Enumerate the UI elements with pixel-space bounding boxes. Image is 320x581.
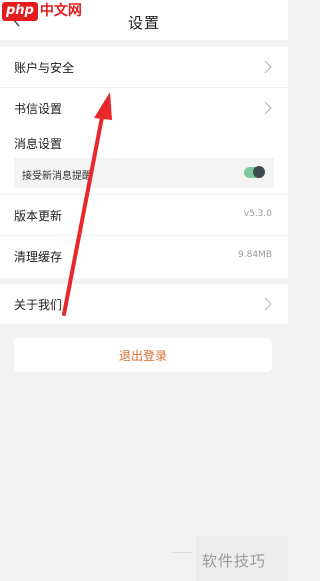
- row-label: 关于我们: [14, 298, 63, 312]
- row-label: 书信设置: [14, 102, 63, 116]
- watermark-php-logo: php 中文网: [2, 0, 88, 22]
- watermark-divider: [172, 552, 192, 553]
- watermark-bottom: 软件技巧: [196, 536, 288, 581]
- chevron-right-icon: [264, 101, 272, 115]
- message-settings-label: 消息设置: [14, 137, 63, 151]
- row-label: 清理缓存: [14, 250, 63, 264]
- row-clear-cache[interactable]: 清理缓存 9.84MB: [0, 236, 288, 276]
- new-message-alert-toggle[interactable]: [244, 166, 265, 178]
- row-version-update[interactable]: 版本更新 v5.3.0: [0, 194, 288, 236]
- settings-group-about: 关于我们: [0, 284, 288, 324]
- message-settings-section: 消息设置 接受新消息提醒: [0, 128, 288, 194]
- watermark-badge: php: [2, 1, 38, 21]
- row-about-us[interactable]: 关于我们: [0, 284, 288, 324]
- row-account-security[interactable]: 账户与安全: [0, 47, 288, 88]
- version-value: v5.3.0: [243, 209, 272, 219]
- toggle-knob: [253, 166, 265, 178]
- new-message-alert-row: 接受新消息提醒: [14, 158, 274, 188]
- row-label: 账户与安全: [14, 61, 75, 75]
- chevron-right-icon: [264, 60, 272, 74]
- row-label: 版本更新: [14, 209, 63, 223]
- row-letter-settings[interactable]: 书信设置: [0, 88, 288, 128]
- watermark-bottom-text: 软件技巧: [202, 552, 267, 570]
- watermark-text: 中文网: [39, 3, 82, 19]
- cache-size-value: 9.84MB: [238, 250, 272, 260]
- chevron-right-icon: [264, 297, 272, 311]
- new-message-alert-label: 接受新消息提醒: [22, 171, 92, 182]
- settings-group-account: 账户与安全 书信设置: [0, 47, 288, 128]
- logout-button[interactable]: 退出登录: [14, 338, 272, 372]
- settings-group-messages: 消息设置 接受新消息提醒 版本更新 v5.3.0 清理缓存 9.84MB: [0, 128, 288, 278]
